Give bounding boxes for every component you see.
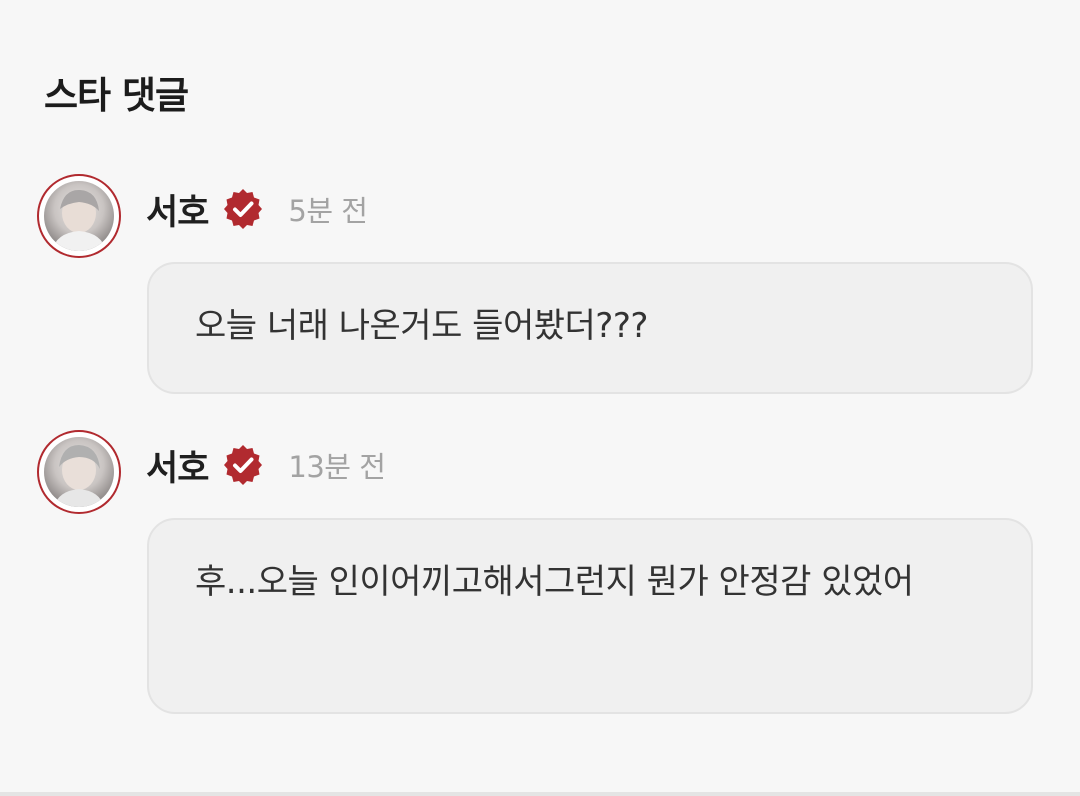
- comment-text-bubble: 오늘 너래 나온거도 들어봤더???: [147, 262, 1033, 394]
- comment-meta: 서호 13분 전: [146, 438, 386, 492]
- comment-timestamp: 13분 전: [288, 450, 386, 484]
- verified-badge-icon: [222, 444, 264, 486]
- avatar-image: [44, 181, 114, 251]
- avatar[interactable]: [37, 430, 121, 514]
- verified-badge-icon: [222, 188, 264, 230]
- star-comments-section: 스타 댓글 서호 5분 전 오늘 너래 나온거도 들어봤더??? 서호 13분 …: [0, 0, 1080, 796]
- avatar-image: [44, 437, 114, 507]
- avatar[interactable]: [37, 174, 121, 258]
- comment-timestamp: 5분 전: [288, 194, 368, 228]
- author-name[interactable]: 서호: [146, 184, 209, 235]
- comment-meta: 서호 5분 전: [146, 182, 368, 236]
- author-name[interactable]: 서호: [146, 440, 209, 491]
- bottom-divider: [0, 792, 1080, 796]
- section-title: 스타 댓글: [44, 74, 189, 117]
- comment-text-bubble: 후...오늘 인이어끼고해서그런지 뭔가 안정감 있었어: [147, 518, 1033, 714]
